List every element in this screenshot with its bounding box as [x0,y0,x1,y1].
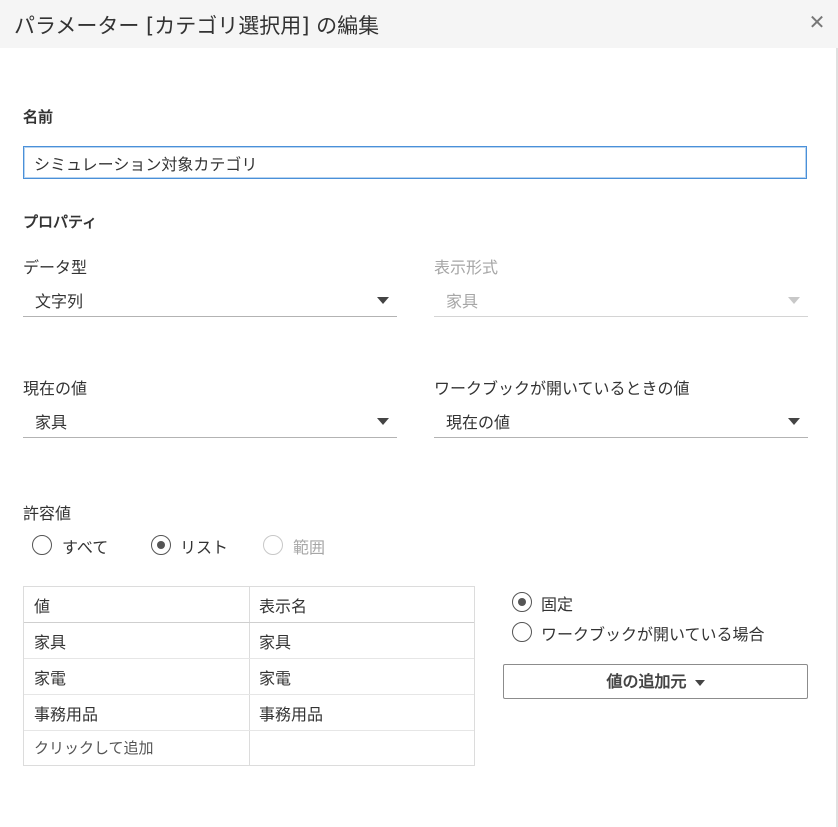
table-cell[interactable]: 事務用品 [34,701,98,725]
dialog-title: パラメーター [カテゴリ選択用] の編集 [14,14,380,38]
workbook-open-value-label: ワークブックが開いているときの値 [434,379,690,398]
radio-range [263,535,283,555]
chevron-down-icon [788,418,800,425]
table-cell[interactable]: 事務用品 [259,701,323,725]
properties-label: プロパティ [23,213,98,231]
radio-all[interactable] [32,535,52,555]
add-row-placeholder[interactable]: クリックして追加 [34,737,154,758]
current-value-label: 現在の値 [23,379,88,398]
display-format-label: 表示形式 [434,258,499,277]
table-row[interactable]: 事務用品 事務用品 [24,694,474,730]
data-type-label: データ型 [23,258,88,277]
dialog-titlebar: パラメーター [カテゴリ選択用] の編集 ✕ [0,0,838,48]
current-value-select[interactable]: 家具 [23,404,397,438]
radio-fixed[interactable] [512,592,532,612]
name-input[interactable] [23,146,807,179]
header-value: 値 [34,597,51,616]
name-label: 名前 [23,108,54,126]
table-cell[interactable]: 家具 [259,629,291,653]
radio-list-label[interactable]: リスト [180,534,228,558]
data-type-value: 文字列 [35,292,84,311]
table-cell[interactable]: 家電 [34,665,66,689]
display-format-value: 家具 [446,292,479,311]
values-table: 値 表示名 家具 家具 家電 家電 事務用品 事務用品 クリックして追加 [23,586,475,766]
add-values-from-label: 値の追加元 [606,672,687,691]
chevron-down-icon [377,297,389,304]
table-header-row: 値 表示名 [24,587,474,623]
table-row[interactable]: 家具 家具 [24,623,474,659]
radio-list[interactable] [151,535,171,555]
current-value-value: 家具 [35,413,68,432]
radio-range-label: 範囲 [293,538,326,557]
radio-fixed-label[interactable]: 固定 [541,591,573,615]
add-values-from-button[interactable]: 値の追加元 [503,664,808,699]
radio-when-workbook-opens[interactable] [512,622,532,642]
chevron-down-icon [788,297,800,304]
radio-all-label[interactable]: すべて [62,534,108,558]
table-row[interactable]: 家電 家電 [24,658,474,694]
close-icon[interactable]: ✕ [806,11,828,33]
workbook-open-value-value: 現在の値 [446,413,511,432]
display-format-select: 家具 [434,283,808,317]
data-type-select[interactable]: 文字列 [23,283,397,317]
allowed-values-label: 許容値 [23,504,72,523]
chevron-down-icon [377,418,389,425]
table-cell[interactable]: 家電 [259,665,291,689]
table-cell[interactable]: 家具 [34,629,66,653]
caret-down-icon [694,679,705,686]
header-display-name: 表示名 [259,597,308,616]
add-row[interactable]: クリックして追加 [24,730,474,765]
radio-when-workbook-opens-label[interactable]: ワークブックが開いている場合 [541,621,765,645]
workbook-open-value-select[interactable]: 現在の値 [434,404,808,438]
